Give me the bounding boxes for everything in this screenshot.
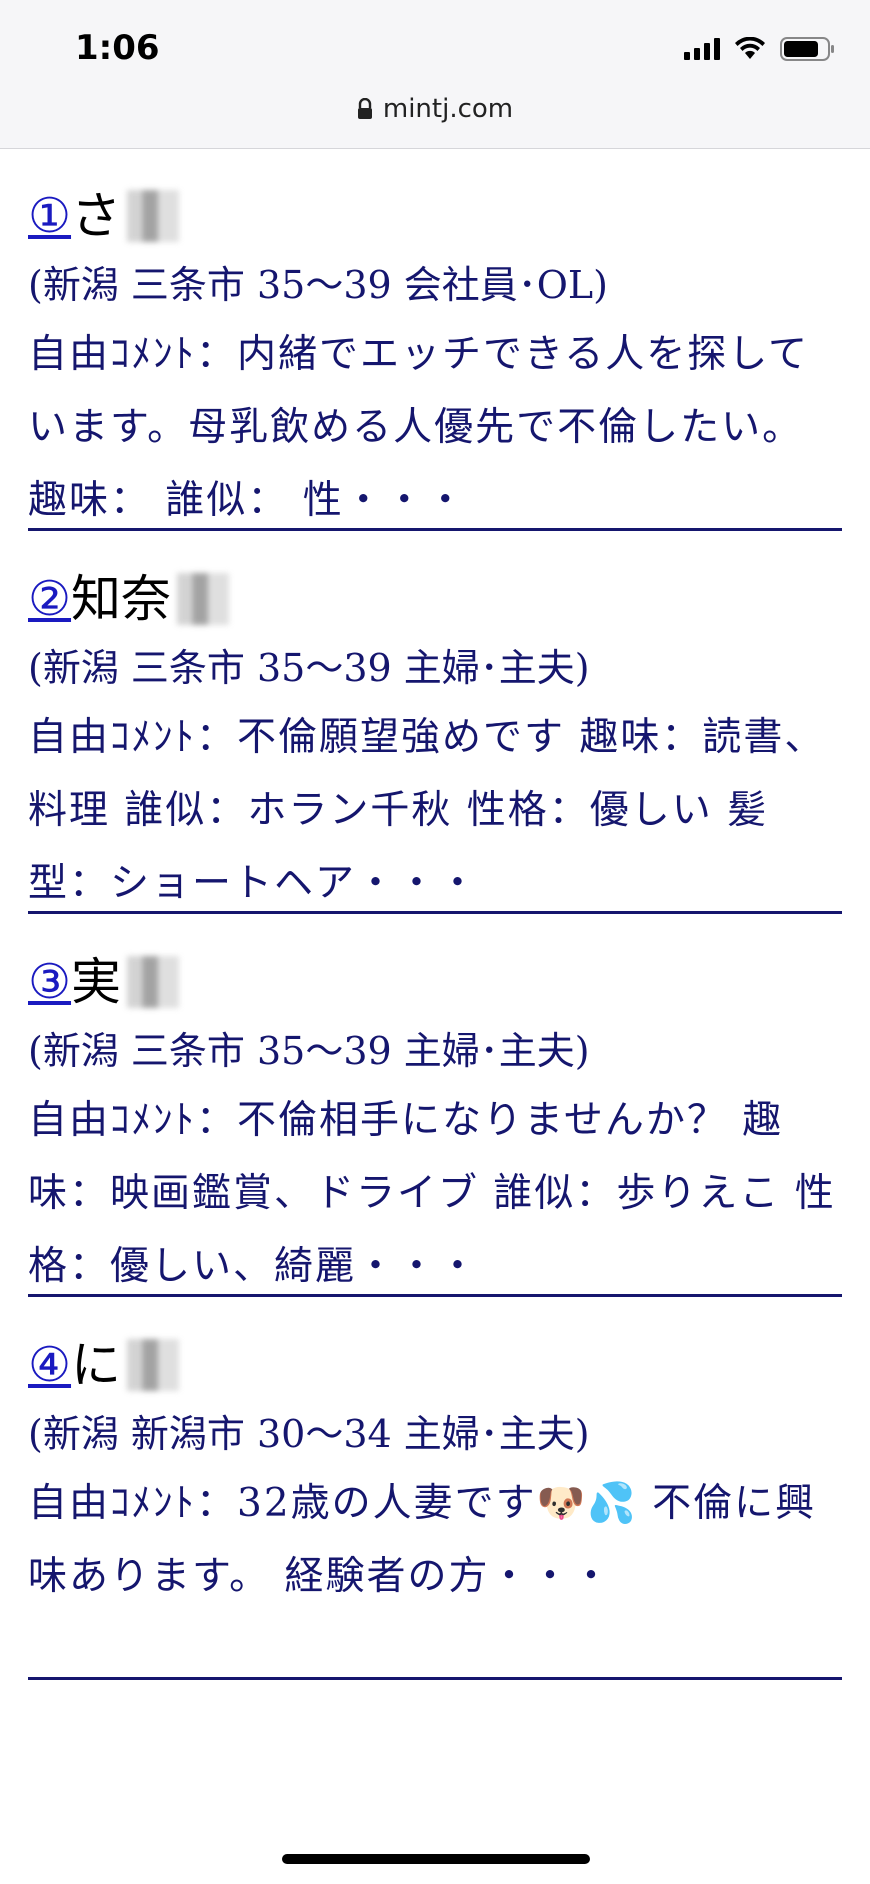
profile-meta: (新潟 三条市 35～39 会社員･OL) — [28, 263, 608, 307]
wifi-icon — [735, 37, 765, 59]
profile-entry: ① さ (新潟 三条市 35～39 会社員･OL) 自由ｺﾒﾝﾄ：内緒でエッチで… — [28, 148, 842, 531]
profile-name-row: ② 知奈 — [28, 567, 842, 631]
status-icons — [684, 36, 836, 62]
profile-number-link[interactable]: ② — [28, 567, 71, 631]
url-bar[interactable]: mintj.com — [0, 94, 870, 124]
blurred-name-mask — [177, 573, 230, 625]
home-indicator[interactable] — [282, 1854, 590, 1864]
profile-name-row: ④ に — [28, 1333, 842, 1397]
url-text: mintj.com — [382, 94, 514, 124]
blurred-name-mask — [127, 190, 180, 242]
profile-number-link[interactable]: ① — [28, 184, 71, 248]
battery-icon — [780, 37, 834, 61]
blurred-name-mask — [127, 956, 180, 1008]
profile-number-link[interactable]: ④ — [28, 1333, 71, 1397]
cellular-signal-icon — [684, 38, 720, 60]
profile-entry: ④ に (新潟 新潟市 30～34 主婦･主夫) 自由ｺﾒﾝﾄ：32歳の人妻です… — [28, 1297, 842, 1680]
profile-name: 知奈 — [71, 570, 172, 628]
profile-name-row: ① さ — [28, 184, 842, 248]
profile-entry: ③ 実 (新潟 三条市 35～39 主婦･主夫) 自由ｺﾒﾝﾄ：不倫相手になりま… — [28, 914, 842, 1297]
status-bar: 1:06 mintj.com — [0, 0, 870, 149]
profile-comment: 自由ｺﾒﾝﾄ：不倫願望強めです 趣味：読書、料理 誰似：ホラン千秋 性格：優しい… — [28, 715, 826, 906]
blurred-name-mask — [127, 1339, 180, 1391]
profile-meta: (新潟 三条市 35～39 主婦･主夫) — [28, 646, 590, 690]
lock-icon — [357, 98, 372, 119]
profile-entry: ② 知奈 (新潟 三条市 35～39 主婦･主夫) 自由ｺﾒﾝﾄ：不倫願望強めで… — [28, 531, 842, 914]
profile-name: に — [71, 1336, 122, 1394]
status-time: 1:06 — [75, 28, 160, 68]
profile-comment: 自由ｺﾒﾝﾄ：不倫相手になりませんか？ 趣味：映画鑑賞、ドライブ 誰似：歩りえこ… — [28, 1098, 836, 1289]
profile-number-link[interactable]: ③ — [28, 950, 71, 1014]
profile-meta: (新潟 新潟市 30～34 主婦･主夫) — [28, 1412, 590, 1456]
profile-comment: 自由ｺﾒﾝﾄ：32歳の人妻です🐶💦 不倫に興味あります。 経験者の方・・・ — [28, 1481, 817, 1599]
profile-name: さ — [71, 187, 122, 245]
profile-name-row: ③ 実 — [28, 950, 842, 1014]
profile-name: 実 — [71, 953, 122, 1011]
profile-list: ① さ (新潟 三条市 35～39 会社員･OL) 自由ｺﾒﾝﾄ：内緒でエッチで… — [28, 148, 842, 1680]
profile-comment: 自由ｺﾒﾝﾄ：内緒でエッチできる人を探しています。母乳飲める人優先で不倫したい。… — [28, 332, 810, 523]
profile-meta: (新潟 三条市 35～39 主婦･主夫) — [28, 1029, 590, 1073]
